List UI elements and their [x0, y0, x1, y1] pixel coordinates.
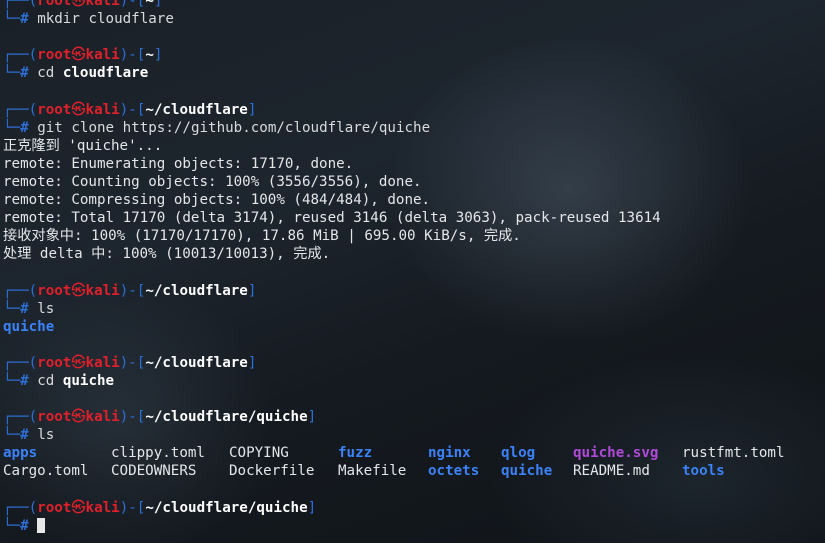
ls-output-row-1: apps clippy.toml COPYING fuzz nginx qlog quich…: [3, 444, 823, 462]
output-line: 处理 delta 中: 100% (10013/10013), 完成.: [3, 246, 331, 263]
directory-entry: fuzz: [338, 445, 373, 462]
command-arg: clone https://github.com/cloudflare/quic…: [71, 119, 431, 136]
file-entry: Dockerfile: [229, 463, 315, 480]
text-cursor: [37, 518, 46, 534]
command-line: └─# mkdir cloudflare: [3, 11, 174, 28]
file-entry: Makefile: [338, 463, 407, 480]
output-line: remote: Enumerating objects: 17170, done…: [3, 155, 354, 172]
command-arg: cloudflare: [88, 11, 174, 28]
file-entry: Cargo.toml: [3, 463, 89, 480]
command: mkdir: [37, 11, 80, 28]
prompt-header: ┌──(root㉿kali)-[~]: [3, 0, 163, 9]
command-arg: quiche: [62, 372, 115, 389]
directory-entry: apps: [3, 445, 38, 462]
command-line: └─# ls: [3, 300, 55, 317]
prompt-header: ┌──(root㉿kali)-[~/cloudflare/quiche]: [3, 409, 317, 426]
file-entry: rustfmt.toml: [682, 445, 785, 462]
directory-entry: tools: [682, 463, 725, 480]
directory-entry: octets: [428, 463, 480, 480]
command: git: [37, 119, 63, 136]
command: ls: [37, 427, 55, 444]
command-line: └─# git clone https://github.com/cloudfl…: [3, 119, 431, 136]
output-line: remote: Compressing objects: 100% (484/4…: [3, 192, 431, 209]
command-arg: cloudflare: [62, 65, 149, 82]
command-line: └─# ls: [3, 427, 55, 444]
ls-output: quiche: [3, 318, 823, 336]
prompt-header: ┌──(root㉿kali)-[~/cloudflare/quiche]: [3, 499, 317, 516]
prompt-header: ┌──(root㉿kali)-[~/cloudflare]: [3, 282, 257, 299]
command-line: └─# cd quiche: [3, 372, 115, 389]
active-command-line[interactable]: └─#: [3, 517, 823, 535]
command-line: └─# cd cloudflare: [3, 65, 149, 82]
file-entry: clippy.toml: [111, 445, 205, 462]
directory-entry: quiche: [501, 463, 553, 480]
output-line: 接收对象中: 100% (17170/17170), 17.86 MiB | 6…: [3, 228, 521, 245]
directory-entry: quiche: [3, 318, 55, 335]
file-entry: COPYING: [229, 445, 289, 462]
output-line: remote: Total 17170 (delta 3174), reused…: [3, 210, 661, 227]
prompt-header: ┌──(root㉿kali)-[~/cloudflare]: [3, 354, 257, 371]
output-line: 正克隆到 'quiche'...: [3, 137, 163, 154]
svg-file-entry: quiche.svg: [573, 445, 659, 462]
directory-entry: qlog: [501, 445, 536, 462]
ls-output-row-2: Cargo.toml CODEOWNERS Dockerfile Makefile oc…: [3, 462, 823, 480]
file-entry: README.md: [573, 463, 650, 480]
output-line: remote: Counting objects: 100% (3556/355…: [3, 173, 422, 190]
prompt-header: ┌──(root㉿kali)-[~/cloudflare]: [3, 101, 257, 118]
command: cd: [37, 372, 55, 389]
directory-entry: nginx: [428, 445, 471, 462]
terminal[interactable]: ┌──(root㉿kali)-[~] └─# mkdir cloudflare …: [3, 0, 823, 535]
command: cd: [37, 65, 55, 82]
prompt-header: ┌──(root㉿kali)-[~]: [3, 47, 163, 64]
command: ls: [37, 300, 55, 317]
file-entry: CODEOWNERS: [111, 463, 197, 480]
